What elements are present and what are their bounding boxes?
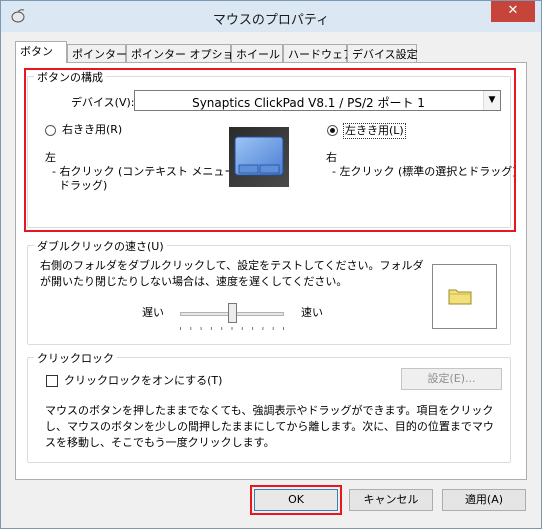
buttons-tab-panel: ボタンの構成 デバイス(V): Synaptics ClickPad V8.1 … (15, 62, 527, 480)
highlight-frame-config (24, 68, 516, 232)
tab-buttons[interactable]: ボタン (15, 41, 67, 63)
double-click-legend: ダブルクリックの速さ(U) (34, 238, 167, 254)
folder-icon[interactable] (448, 287, 472, 305)
tab-pointer-options[interactable]: ポインター オプション (126, 44, 245, 62)
speed-slider-ticks (180, 327, 284, 330)
tab-hardware[interactable]: ハードウェア (283, 44, 354, 62)
fast-label: 速い (301, 306, 323, 319)
click-lock-checkbox[interactable] (46, 375, 58, 387)
tab-pointer[interactable]: ポインター (67, 44, 127, 62)
window-title: マウスのプロパティ (212, 13, 330, 28)
double-click-description: 右側のフォルダをダブルクリックして、設定をテストしてください。フォルダが開いたり… (40, 259, 424, 288)
close-button[interactable]: ✕ (491, 1, 535, 22)
click-lock-description: マウスのボタンを押したままでなくても、強調表示やドラッグができます。項目をクリッ… (45, 404, 494, 449)
tab-wheel[interactable]: ホイール (231, 44, 283, 62)
tab-device-settings[interactable]: デバイス設定 (347, 44, 418, 62)
test-folder-area[interactable] (432, 264, 497, 329)
mouse-properties-window: マウスのプロパティ ✕ ボタン ポインター ポインター オプション ホイール ハ… (0, 0, 542, 529)
speed-slider-thumb[interactable] (227, 303, 237, 323)
slow-label: 遅い (142, 306, 164, 319)
highlight-frame-ok (250, 485, 342, 515)
click-lock-legend: クリックロック (34, 350, 117, 366)
click-lock-checkbox-label[interactable]: クリックロックをオンにする(T) (64, 374, 222, 388)
apply-button[interactable]: 適用(A) (442, 489, 526, 511)
title-bar[interactable]: マウスのプロパティ ✕ (1, 1, 541, 32)
click-lock-settings-button[interactable]: 設定(E)... (401, 368, 502, 390)
cancel-button[interactable]: キャンセル (349, 489, 433, 511)
